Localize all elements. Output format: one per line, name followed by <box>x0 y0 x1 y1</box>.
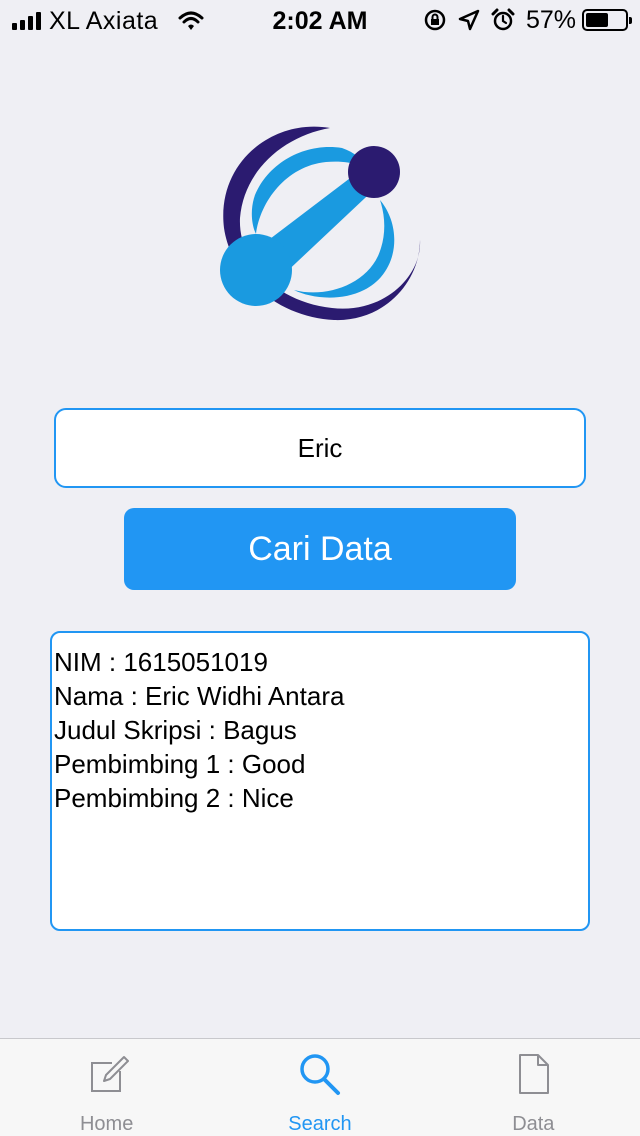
result-text-area[interactable]: NIM : 1615051019 Nama : Eric Widhi Antar… <box>50 631 590 931</box>
result-line-judul: Judul Skripsi : Bagus <box>54 715 297 745</box>
location-arrow-icon <box>458 9 480 31</box>
status-right: 57% <box>414 5 632 34</box>
alarm-icon <box>491 8 515 31</box>
tab-bar: Home Search Data <box>0 1038 640 1136</box>
result-line-nama: Nama : Eric Widhi Antara <box>54 681 345 711</box>
tab-search-label: Search <box>288 1113 352 1135</box>
search-icon <box>300 1054 340 1095</box>
tab-data-label: Data <box>512 1113 555 1135</box>
result-line-nim: NIM : 1615051019 <box>54 647 268 677</box>
battery-icon <box>582 9 632 31</box>
tab-home-label: Home <box>79 1113 134 1135</box>
result-line-pembimbing-1: Pembimbing 1 : Good <box>54 749 306 779</box>
rotation-lock-icon <box>424 9 446 31</box>
app-logo <box>220 126 421 321</box>
screen: XL Axiata 2:02 AM 57% Eric Cari Data NIM… <box>0 0 640 1136</box>
result-line-pembimbing-2: Pembimbing 2 : Nice <box>54 783 294 813</box>
cari-data-button[interactable]: Cari Data <box>124 508 516 590</box>
tab-home[interactable]: Home <box>0 1039 213 1136</box>
name-search-input[interactable] <box>54 408 586 488</box>
tab-data[interactable]: Data <box>427 1039 640 1136</box>
battery-tip <box>629 17 632 24</box>
document-icon <box>519 1054 550 1094</box>
compose-icon <box>90 1056 129 1092</box>
battery-fill <box>586 13 608 27</box>
battery-percentage: 57% <box>525 5 576 34</box>
tab-search[interactable]: Search <box>213 1039 426 1136</box>
status-bar: XL Axiata 2:02 AM 57% <box>0 0 640 40</box>
